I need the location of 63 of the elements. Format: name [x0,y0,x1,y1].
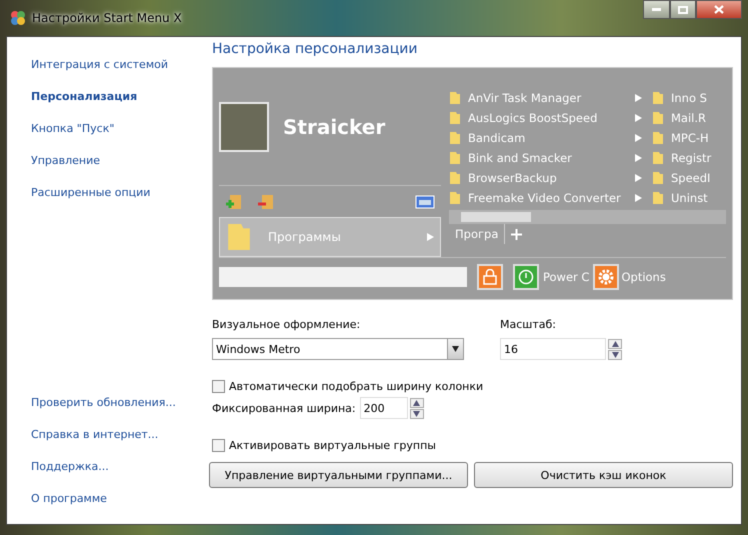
power-icon[interactable] [513,264,539,290]
sidebar-link[interactable]: Проверить обновления... [31,396,207,428]
lock-icon[interactable] [477,264,503,290]
avatar-placeholder [219,102,269,152]
sidebar-link[interactable]: Справка в интернет... [31,428,207,460]
field-label: Масштаб: [500,318,557,333]
arrow-icon [635,174,642,182]
folder-icon [449,151,461,165]
folder-icon [652,151,664,165]
folder-icon [449,171,461,185]
field-label: Фиксированная ширина: [212,402,356,414]
section-heading: Настройка персонализации [212,41,418,59]
action-button[interactable]: Очистить кэш иконок [474,462,733,488]
scrollbar[interactable] [449,210,726,224]
app-logo-icon [10,10,26,26]
folder-icon [652,171,664,185]
arrow-icon [427,233,434,241]
sidebar-link[interactable]: Интеграция с системой [31,58,207,90]
user-name: Straicker [283,115,386,139]
sidebar-link[interactable]: Управление [31,154,207,186]
arrow-icon [452,345,459,353]
minimize-button[interactable] [643,0,670,19]
field-label: Визуальное оформление: [212,318,362,333]
gear-icon[interactable] [593,264,620,290]
search-field[interactable] [219,266,467,286]
number-field[interactable]: 16 [500,338,606,360]
window-title: Настройки Start Menu X [32,11,182,25]
arrow-icon [635,114,642,122]
folder-icon [449,191,461,205]
spin-buttons[interactable] [410,398,424,418]
action-button[interactable]: Управление виртуальными группами... [209,462,468,488]
folder-add-icon[interactable] [225,192,243,210]
folder-icon [652,111,664,125]
checkbox[interactable]: Активировать виртуальные группы [212,439,436,452]
folder-icon [652,191,664,205]
arrow-icon [635,134,642,142]
arrow-icon [635,94,642,102]
arrow-icon [635,194,642,202]
folder-icon [449,131,461,145]
arrow-icon [635,154,642,162]
maximize-button[interactable] [670,0,696,19]
power-label: Power C [543,270,590,284]
maximize-icon [678,6,688,14]
number-field[interactable]: 200 [360,397,408,419]
folder-icon [449,91,461,105]
spin-buttons[interactable] [608,338,622,360]
folder-icon [449,111,461,125]
theme-dropdown[interactable]: Windows Metro [212,338,464,360]
folder-icon [652,91,664,105]
plus-icon[interactable] [511,228,522,240]
sidebar-link[interactable]: Персонализация [31,90,207,122]
sidebar-link[interactable]: Поддержка... [31,460,207,492]
sidebar-link[interactable]: Расширенные опции [31,186,207,218]
close-button[interactable] [696,0,742,19]
sidebar-link[interactable]: Кнопка "Пуск" [31,122,207,154]
sidebar-link[interactable]: О программе [31,492,207,524]
close-icon [714,5,724,14]
folder-remove-icon[interactable] [257,192,275,210]
checkbox[interactable]: Автоматически подобрать ширину колонки [212,380,484,393]
folder-icon [652,131,664,145]
options-label: Options [621,270,666,284]
minimize-icon [652,8,661,11]
window-icon[interactable] [415,194,435,208]
